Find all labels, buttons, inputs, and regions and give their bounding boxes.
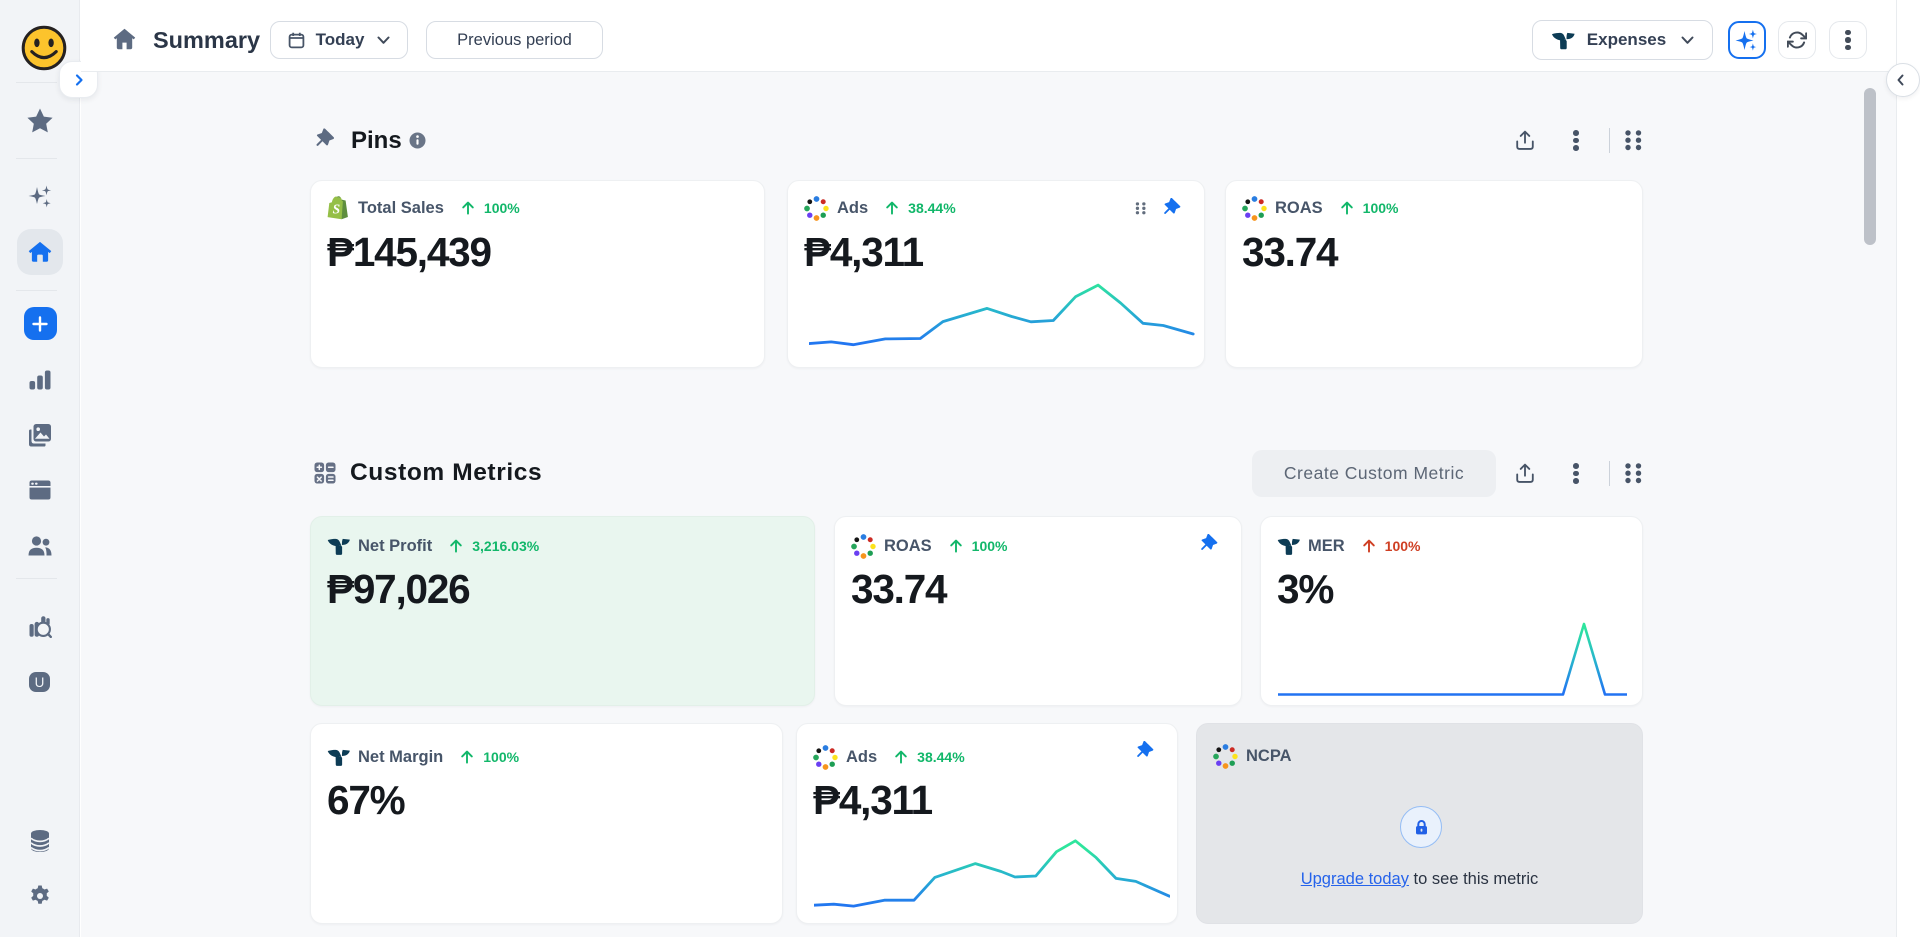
svg-text:S: S (333, 201, 341, 216)
